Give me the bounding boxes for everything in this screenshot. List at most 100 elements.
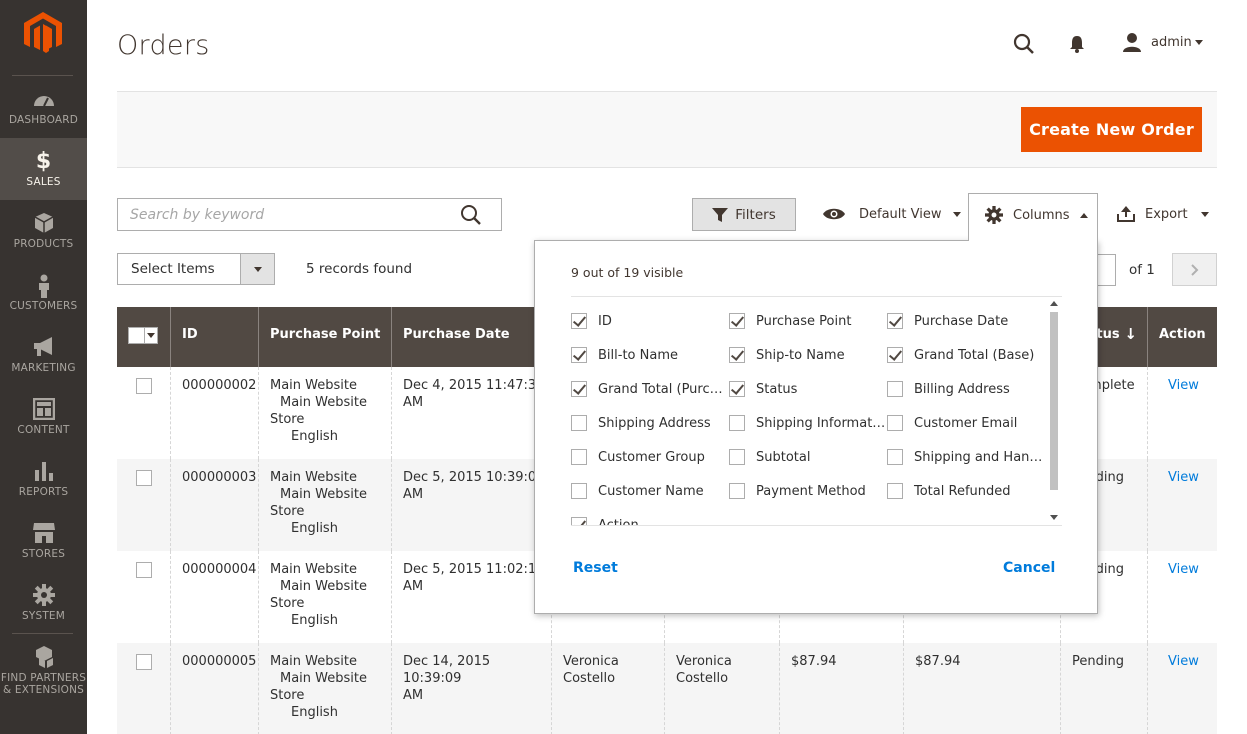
column-checkbox[interactable] bbox=[571, 449, 587, 465]
pp-line: Main Website bbox=[270, 378, 357, 393]
column-checkbox[interactable] bbox=[729, 313, 745, 329]
nav-find-partners[interactable]: FIND PARTNERS & EXTENSIONS bbox=[0, 640, 87, 702]
columns-list[interactable]: ID Purchase Point Purchase Date Bill-to … bbox=[571, 296, 1062, 526]
date-line: Dec 14, 2015 10:39:09 bbox=[403, 654, 491, 686]
pp-line: Store bbox=[270, 688, 305, 703]
column-option[interactable]: Payment Method bbox=[729, 481, 866, 501]
nav-stores[interactable]: STORES bbox=[0, 510, 87, 572]
scroll-up-arrow-icon[interactable] bbox=[1050, 301, 1058, 306]
sort-down-icon: ↓ bbox=[1124, 325, 1137, 343]
export-dropdown[interactable]: Export bbox=[1117, 204, 1209, 224]
column-checkbox[interactable] bbox=[571, 313, 587, 329]
column-checkbox[interactable] bbox=[729, 415, 745, 431]
column-option[interactable]: Shipping Address bbox=[571, 413, 711, 433]
column-checkbox[interactable] bbox=[887, 483, 903, 499]
mass-select-column bbox=[117, 307, 170, 367]
column-checkbox[interactable] bbox=[729, 449, 745, 465]
page-title: Orders bbox=[117, 30, 210, 61]
mass-action-toggle[interactable] bbox=[240, 254, 274, 284]
columns-cancel-button[interactable]: Cancel bbox=[1003, 560, 1055, 576]
mass-select-checkbox[interactable] bbox=[128, 327, 158, 344]
nav-marketing[interactable]: MARKETING bbox=[0, 324, 87, 386]
default-view-dropdown[interactable]: Default View bbox=[822, 204, 962, 224]
mass-action-select[interactable]: Select Items bbox=[117, 253, 275, 285]
date-line: Dec 5, 2015 11:02:19 bbox=[403, 562, 545, 577]
nav-system[interactable]: SYSTEM bbox=[0, 572, 87, 634]
column-checkbox[interactable] bbox=[887, 381, 903, 397]
scroll-down-arrow-icon[interactable] bbox=[1050, 515, 1058, 520]
search-submit-button[interactable] bbox=[460, 204, 482, 230]
user-menu-name[interactable]: admin bbox=[1151, 35, 1192, 50]
column-option[interactable]: Total Refunded bbox=[887, 481, 1011, 501]
cell-bill-to-name: Veronica Costello bbox=[551, 643, 664, 734]
magento-logo[interactable] bbox=[0, 0, 87, 75]
column-checkbox[interactable] bbox=[887, 449, 903, 465]
megaphone-icon bbox=[33, 337, 52, 356]
column-checkbox[interactable] bbox=[887, 347, 903, 363]
column-option[interactable]: Customer Name bbox=[571, 481, 704, 501]
notifications-button[interactable] bbox=[1068, 35, 1086, 57]
column-checkbox[interactable] bbox=[571, 381, 587, 397]
column-option[interactable]: Bill-to Name bbox=[571, 345, 678, 365]
dollar-icon: $ bbox=[35, 149, 52, 174]
column-option[interactable]: Billing Address bbox=[887, 379, 1010, 399]
column-option[interactable]: Grand Total (Base) bbox=[887, 345, 1034, 365]
column-option[interactable]: Customer Email bbox=[887, 413, 1017, 433]
column-checkbox[interactable] bbox=[887, 415, 903, 431]
column-option[interactable]: Shipping and Han… bbox=[887, 447, 1042, 467]
view-link[interactable]: View bbox=[1168, 562, 1199, 577]
columns-reset-button[interactable]: Reset bbox=[573, 560, 618, 576]
column-option[interactable]: Purchase Point bbox=[729, 311, 851, 331]
column-option[interactable]: Status bbox=[729, 379, 797, 399]
view-link[interactable]: View bbox=[1168, 378, 1199, 393]
column-checkbox[interactable] bbox=[571, 517, 587, 525]
column-header-purchase-point[interactable]: Purchase Point bbox=[258, 307, 391, 367]
next-page-button[interactable] bbox=[1172, 253, 1217, 286]
column-checkbox[interactable] bbox=[887, 313, 903, 329]
cell-purchase-point: Main Website Main Website Store English bbox=[258, 643, 391, 734]
global-search-button[interactable] bbox=[1013, 33, 1035, 59]
scrollbar-thumb[interactable] bbox=[1050, 312, 1058, 490]
column-checkbox[interactable] bbox=[729, 483, 745, 499]
filters-button[interactable]: Filters bbox=[692, 198, 796, 231]
columns-list-scrollbar[interactable] bbox=[1047, 297, 1062, 525]
user-menu-icon[interactable] bbox=[1122, 32, 1142, 56]
chevron-down-icon[interactable] bbox=[1195, 40, 1203, 45]
row-checkbox[interactable] bbox=[136, 654, 152, 670]
row-checkbox[interactable] bbox=[136, 470, 152, 486]
column-checkbox[interactable] bbox=[729, 347, 745, 363]
create-new-order-button[interactable]: Create New Order bbox=[1021, 107, 1202, 152]
boxes-icon bbox=[35, 646, 53, 668]
column-option[interactable]: Customer Group bbox=[571, 447, 705, 467]
column-checkbox[interactable] bbox=[571, 483, 587, 499]
column-option[interactable]: Shipping Informat… bbox=[729, 413, 885, 433]
column-option[interactable]: Subtotal bbox=[729, 447, 810, 467]
cell-grand-total-purchased: $87.94 bbox=[903, 643, 1060, 734]
nav-products[interactable]: PRODUCTS bbox=[0, 200, 87, 262]
cell-status: Pending bbox=[1060, 643, 1147, 734]
row-checkbox[interactable] bbox=[136, 562, 152, 578]
column-option[interactable]: Ship-to Name bbox=[729, 345, 845, 365]
view-link[interactable]: View bbox=[1168, 654, 1199, 669]
pp-line: Store bbox=[270, 596, 305, 611]
column-option[interactable]: ID bbox=[571, 311, 612, 331]
nav-sales[interactable]: $ SALES bbox=[0, 138, 87, 200]
nav-content[interactable]: CONTENT bbox=[0, 386, 87, 448]
nav-dashboard[interactable]: DASHBOARD bbox=[0, 76, 87, 138]
nav-reports[interactable]: REPORTS bbox=[0, 448, 87, 510]
search-input[interactable] bbox=[118, 199, 448, 230]
column-checkbox[interactable] bbox=[571, 415, 587, 431]
column-header-id[interactable]: ID bbox=[170, 307, 258, 367]
column-option[interactable]: Grand Total (Purc… bbox=[571, 379, 723, 399]
row-checkbox[interactable] bbox=[136, 378, 152, 394]
row-select-cell bbox=[117, 459, 170, 551]
column-checkbox[interactable] bbox=[729, 381, 745, 397]
columns-dropdown-button[interactable]: Columns bbox=[968, 193, 1098, 241]
column-header-purchase-date[interactable]: Purchase Date bbox=[391, 307, 551, 367]
cell-purchase-date: Dec 5, 2015 10:39:08 AM bbox=[391, 459, 551, 551]
column-checkbox[interactable] bbox=[571, 347, 587, 363]
nav-customers[interactable]: CUSTOMERS bbox=[0, 262, 87, 324]
column-option[interactable]: Action bbox=[571, 515, 639, 525]
column-option[interactable]: Purchase Date bbox=[887, 311, 1008, 331]
view-link[interactable]: View bbox=[1168, 470, 1199, 485]
